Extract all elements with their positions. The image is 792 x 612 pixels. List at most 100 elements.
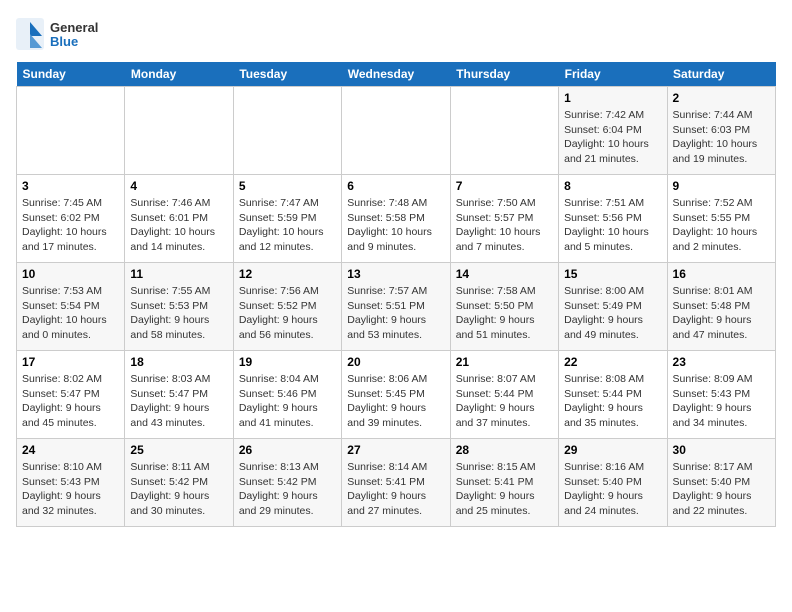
day-cell: 21 Sunrise: 8:07 AM Sunset: 5:44 PM Dayli… [450,351,558,439]
day-detail: Sunrise: 7:58 AM Sunset: 5:50 PM Dayligh… [456,284,553,343]
day-detail: Sunrise: 7:56 AM Sunset: 5:52 PM Dayligh… [239,284,336,343]
day-detail: Sunrise: 8:15 AM Sunset: 5:41 PM Dayligh… [456,460,553,519]
day-cell [233,87,341,175]
day-number: 17 [22,355,119,369]
day-number: 8 [564,179,661,193]
day-cell: 13 Sunrise: 7:57 AM Sunset: 5:51 PM Dayli… [342,263,450,351]
week-row-2: 3 Sunrise: 7:45 AM Sunset: 6:02 PM Daylig… [17,175,776,263]
day-number: 3 [22,179,119,193]
day-detail: Sunrise: 7:47 AM Sunset: 5:59 PM Dayligh… [239,196,336,255]
day-number: 28 [456,443,553,457]
day-detail: Sunrise: 7:42 AM Sunset: 6:04 PM Dayligh… [564,108,661,167]
day-cell: 23Sunrise: 8:09 AM Sunset: 5:43 PM Dayli… [667,351,775,439]
day-detail: Sunrise: 8:07 AM Sunset: 5:44 PM Dayligh… [456,372,553,431]
day-cell: 17 Sunrise: 8:02 AM Sunset: 5:47 PM Dayli… [17,351,125,439]
header: General Blue [16,16,776,52]
day-cell [450,87,558,175]
day-number: 30 [673,443,770,457]
day-detail: Sunrise: 7:50 AM Sunset: 5:57 PM Dayligh… [456,196,553,255]
day-cell [17,87,125,175]
day-cell: 1 Sunrise: 7:42 AM Sunset: 6:04 PM Daylig… [559,87,667,175]
day-number: 25 [130,443,227,457]
day-number: 24 [22,443,119,457]
day-number: 11 [130,267,227,281]
day-detail: Sunrise: 8:14 AM Sunset: 5:41 PM Dayligh… [347,460,444,519]
day-detail: Sunrise: 8:04 AM Sunset: 5:46 PM Dayligh… [239,372,336,431]
day-number: 2 [673,91,770,105]
day-number: 13 [347,267,444,281]
day-cell: 8 Sunrise: 7:51 AM Sunset: 5:56 PM Daylig… [559,175,667,263]
day-cell: 22 Sunrise: 8:08 AM Sunset: 5:44 PM Dayli… [559,351,667,439]
day-number: 18 [130,355,227,369]
weekday-header-monday: Monday [125,62,233,87]
day-cell [125,87,233,175]
day-number: 5 [239,179,336,193]
day-detail: Sunrise: 8:03 AM Sunset: 5:47 PM Dayligh… [130,372,227,431]
day-number: 26 [239,443,336,457]
day-cell: 28 Sunrise: 8:15 AM Sunset: 5:41 PM Dayli… [450,439,558,527]
day-cell: 25 Sunrise: 8:11 AM Sunset: 5:42 PM Dayli… [125,439,233,527]
day-cell: 16Sunrise: 8:01 AM Sunset: 5:48 PM Dayli… [667,263,775,351]
svg-text:General: General [50,20,98,35]
day-number: 20 [347,355,444,369]
day-cell: 19 Sunrise: 8:04 AM Sunset: 5:46 PM Dayli… [233,351,341,439]
day-number: 9 [673,179,770,193]
day-detail: Sunrise: 8:00 AM Sunset: 5:49 PM Dayligh… [564,284,661,343]
weekday-header-thursday: Thursday [450,62,558,87]
logo: General Blue [16,16,136,52]
weekday-header-wednesday: Wednesday [342,62,450,87]
week-row-3: 10Sunrise: 7:53 AM Sunset: 5:54 PM Dayli… [17,263,776,351]
week-row-5: 24 Sunrise: 8:10 AM Sunset: 5:43 PM Dayli… [17,439,776,527]
day-number: 27 [347,443,444,457]
day-detail: Sunrise: 8:01 AM Sunset: 5:48 PM Dayligh… [673,284,770,343]
day-detail: Sunrise: 8:10 AM Sunset: 5:43 PM Dayligh… [22,460,119,519]
week-row-1: 1 Sunrise: 7:42 AM Sunset: 6:04 PM Daylig… [17,87,776,175]
day-cell: 29 Sunrise: 8:16 AM Sunset: 5:40 PM Dayli… [559,439,667,527]
day-detail: Sunrise: 7:53 AM Sunset: 5:54 PM Dayligh… [22,284,119,343]
day-cell: 7 Sunrise: 7:50 AM Sunset: 5:57 PM Daylig… [450,175,558,263]
day-detail: Sunrise: 8:17 AM Sunset: 5:40 PM Dayligh… [673,460,770,519]
calendar-table: SundayMondayTuesdayWednesdayThursdayFrid… [16,62,776,527]
day-cell: 27 Sunrise: 8:14 AM Sunset: 5:41 PM Dayli… [342,439,450,527]
day-cell: 9 Sunrise: 7:52 AM Sunset: 5:55 PM Daylig… [667,175,775,263]
weekday-header-tuesday: Tuesday [233,62,341,87]
day-detail: Sunrise: 8:11 AM Sunset: 5:42 PM Dayligh… [130,460,227,519]
day-cell: 4Sunrise: 7:46 AM Sunset: 6:01 PM Daylig… [125,175,233,263]
day-detail: Sunrise: 7:44 AM Sunset: 6:03 PM Dayligh… [673,108,770,167]
calendar-body: 1 Sunrise: 7:42 AM Sunset: 6:04 PM Daylig… [17,87,776,527]
logo-svg: General Blue [16,16,136,52]
day-cell: 12Sunrise: 7:56 AM Sunset: 5:52 PM Dayli… [233,263,341,351]
day-number: 1 [564,91,661,105]
day-cell: 10Sunrise: 7:53 AM Sunset: 5:54 PM Dayli… [17,263,125,351]
weekday-header-row: SundayMondayTuesdayWednesdayThursdayFrid… [17,62,776,87]
day-cell: 24 Sunrise: 8:10 AM Sunset: 5:43 PM Dayli… [17,439,125,527]
week-row-4: 17 Sunrise: 8:02 AM Sunset: 5:47 PM Dayli… [17,351,776,439]
calendar-header: SundayMondayTuesdayWednesdayThursdayFrid… [17,62,776,87]
day-detail: Sunrise: 8:02 AM Sunset: 5:47 PM Dayligh… [22,372,119,431]
day-cell: 14 Sunrise: 7:58 AM Sunset: 5:50 PM Dayli… [450,263,558,351]
day-number: 21 [456,355,553,369]
day-cell: 3 Sunrise: 7:45 AM Sunset: 6:02 PM Daylig… [17,175,125,263]
day-detail: Sunrise: 8:09 AM Sunset: 5:43 PM Dayligh… [673,372,770,431]
day-detail: Sunrise: 7:52 AM Sunset: 5:55 PM Dayligh… [673,196,770,255]
day-cell: 5 Sunrise: 7:47 AM Sunset: 5:59 PM Daylig… [233,175,341,263]
day-cell: 18 Sunrise: 8:03 AM Sunset: 5:47 PM Dayli… [125,351,233,439]
day-cell: 6Sunrise: 7:48 AM Sunset: 5:58 PM Daylig… [342,175,450,263]
weekday-header-saturday: Saturday [667,62,775,87]
day-detail: Sunrise: 7:51 AM Sunset: 5:56 PM Dayligh… [564,196,661,255]
day-cell: 30 Sunrise: 8:17 AM Sunset: 5:40 PM Dayli… [667,439,775,527]
day-number: 6 [347,179,444,193]
day-cell: 15Sunrise: 8:00 AM Sunset: 5:49 PM Dayli… [559,263,667,351]
day-detail: Sunrise: 8:16 AM Sunset: 5:40 PM Dayligh… [564,460,661,519]
day-detail: Sunrise: 8:08 AM Sunset: 5:44 PM Dayligh… [564,372,661,431]
day-cell [342,87,450,175]
day-detail: Sunrise: 8:13 AM Sunset: 5:42 PM Dayligh… [239,460,336,519]
day-number: 14 [456,267,553,281]
day-detail: Sunrise: 7:45 AM Sunset: 6:02 PM Dayligh… [22,196,119,255]
day-number: 19 [239,355,336,369]
day-number: 22 [564,355,661,369]
day-number: 29 [564,443,661,457]
day-cell: 11Sunrise: 7:55 AM Sunset: 5:53 PM Dayli… [125,263,233,351]
day-number: 7 [456,179,553,193]
day-detail: Sunrise: 7:57 AM Sunset: 5:51 PM Dayligh… [347,284,444,343]
